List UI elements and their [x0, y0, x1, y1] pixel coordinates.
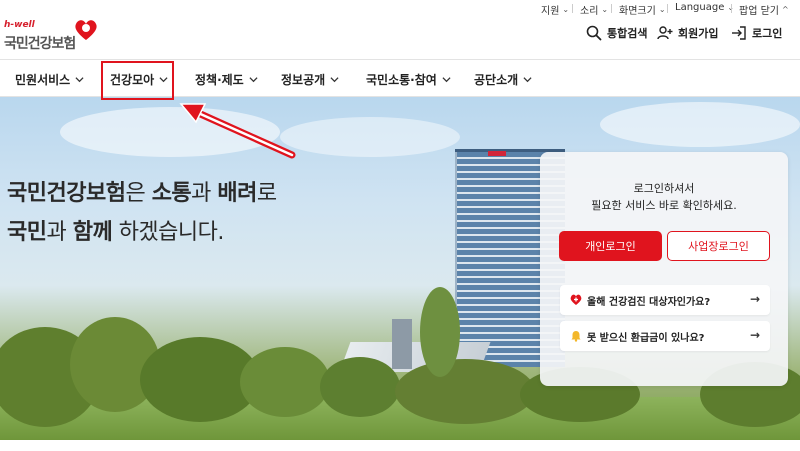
sound-menu[interactable]: 소리 ⌄ [580, 2, 608, 17]
signup-label: 회원가입 [678, 27, 719, 40]
login-card-title: 로그인하셔서 [633, 182, 695, 195]
support-label: 지원 [541, 6, 560, 17]
cloud [280, 117, 460, 157]
signup-button[interactable]: 회원가입 [657, 25, 718, 41]
arrow-right-icon: → [749, 292, 760, 306]
tree [395, 359, 535, 424]
gnb-item-civil-service[interactable]: 민원서비스 [15, 71, 84, 88]
gnb-label: 공단소개 [474, 73, 519, 87]
login-card-subtitle: 필요한 서비스 바로 확인하세요. [591, 199, 737, 212]
hero-emphasis: 국민 [7, 220, 47, 245]
refund-link[interactable]: 못 받으신 환급금이 있나요? → [560, 321, 770, 351]
chevron-down-icon [75, 73, 84, 87]
chevron-down-icon [330, 73, 339, 87]
gnb-item-about[interactable]: 공단소개 [474, 71, 532, 88]
search-label: 통합검색 [607, 27, 648, 40]
login-icon [732, 26, 746, 40]
chevron-down-icon: ⌄ [658, 5, 666, 14]
bell-icon [570, 330, 582, 342]
site-logo[interactable]: h-well 국민건강보험 [4, 18, 104, 52]
cloud [60, 107, 280, 157]
login-label: 로그인 [752, 27, 783, 40]
divider [611, 4, 612, 13]
chevron-down-icon [523, 73, 532, 87]
hero-text: 로 [256, 181, 277, 206]
hero-text: 은 [125, 181, 152, 206]
chevron-down-icon: ⌄ [601, 5, 609, 14]
login-card: 로그인하셔서 필요한 서비스 바로 확인하세요. 개인로그인 사업장로그인 올해… [540, 152, 788, 386]
gnb-label: 국민소통·참여 [366, 73, 437, 87]
zoom-menu[interactable]: 화면크기 ⌄ [619, 2, 666, 17]
page-bottom [0, 440, 800, 451]
gnb-item-policy[interactable]: 정책·제도 [195, 71, 258, 88]
heart-logo-icon [75, 20, 97, 40]
chevron-up-icon: ^ [781, 5, 789, 14]
gnb-label: 정보공개 [281, 73, 326, 87]
gnb-item-information[interactable]: 정보공개 [281, 71, 339, 88]
annotation-highlight-box [101, 61, 174, 100]
gnb-item-communication[interactable]: 국민소통·참여 [366, 71, 451, 88]
tree [240, 347, 330, 417]
health-checkup-link[interactable]: 올해 건강검진 대상자인가요? → [560, 285, 770, 315]
logo-main-text: 국민건강보험 [4, 36, 76, 52]
hero-text: 과 [46, 220, 73, 245]
heart-plus-icon [570, 294, 582, 306]
arrow-right-icon: → [749, 328, 760, 342]
hero-emphasis: 국민건강보험 [7, 181, 126, 206]
language-menu[interactable]: Language ⌄ [675, 2, 734, 13]
hero-headline-line2: 국민과 함께 하겠습니다. [7, 214, 224, 246]
divider [667, 4, 668, 13]
utility-bar: 지원 ⌄ 소리 ⌄ 화면크기 ⌄ Language ⌄ 팝업 닫기 ^ [0, 0, 800, 17]
chevron-down-icon [442, 73, 451, 87]
gnb-label: 민원서비스 [15, 73, 71, 87]
zoom-label: 화면크기 [619, 6, 656, 17]
personal-login-button[interactable]: 개인로그인 [559, 231, 662, 261]
business-login-button[interactable]: 사업장로그인 [667, 231, 770, 261]
gnb-label: 정책·제도 [195, 73, 244, 87]
hero-headline-line1: 국민건강보험은 소통과 배려로 [7, 175, 277, 207]
tree [320, 357, 400, 417]
cloud [600, 102, 800, 147]
search-button[interactable]: 통합검색 [586, 25, 647, 41]
logo-sub-text: h-well [4, 20, 35, 30]
divider [731, 4, 732, 13]
small-building [392, 319, 412, 369]
chevron-down-icon: ⌄ [562, 5, 570, 14]
building-sign [488, 151, 506, 156]
refund-label: 못 받으신 환급금이 있나요? [587, 332, 705, 344]
hero-emphasis: 배려 [217, 181, 257, 206]
language-label: Language [675, 2, 725, 13]
close-popup-label: 팝업 닫기 [739, 6, 779, 17]
hero-emphasis: 소통 [151, 181, 192, 206]
hero-text: 과 [191, 181, 218, 206]
support-menu[interactable]: 지원 ⌄ [541, 2, 569, 17]
close-popup-button[interactable]: 팝업 닫기 ^ [739, 2, 789, 17]
health-checkup-label: 올해 건강검진 대상자인가요? [587, 296, 711, 308]
hero-emphasis: 함께 [72, 220, 113, 245]
chevron-down-icon [249, 73, 258, 87]
add-user-icon [657, 26, 673, 40]
sound-label: 소리 [580, 6, 599, 17]
hero-text: 하겠습니다. [112, 220, 225, 245]
tree [420, 287, 460, 377]
divider [572, 4, 573, 13]
search-icon [586, 25, 602, 41]
login-button[interactable]: 로그인 [731, 25, 782, 41]
